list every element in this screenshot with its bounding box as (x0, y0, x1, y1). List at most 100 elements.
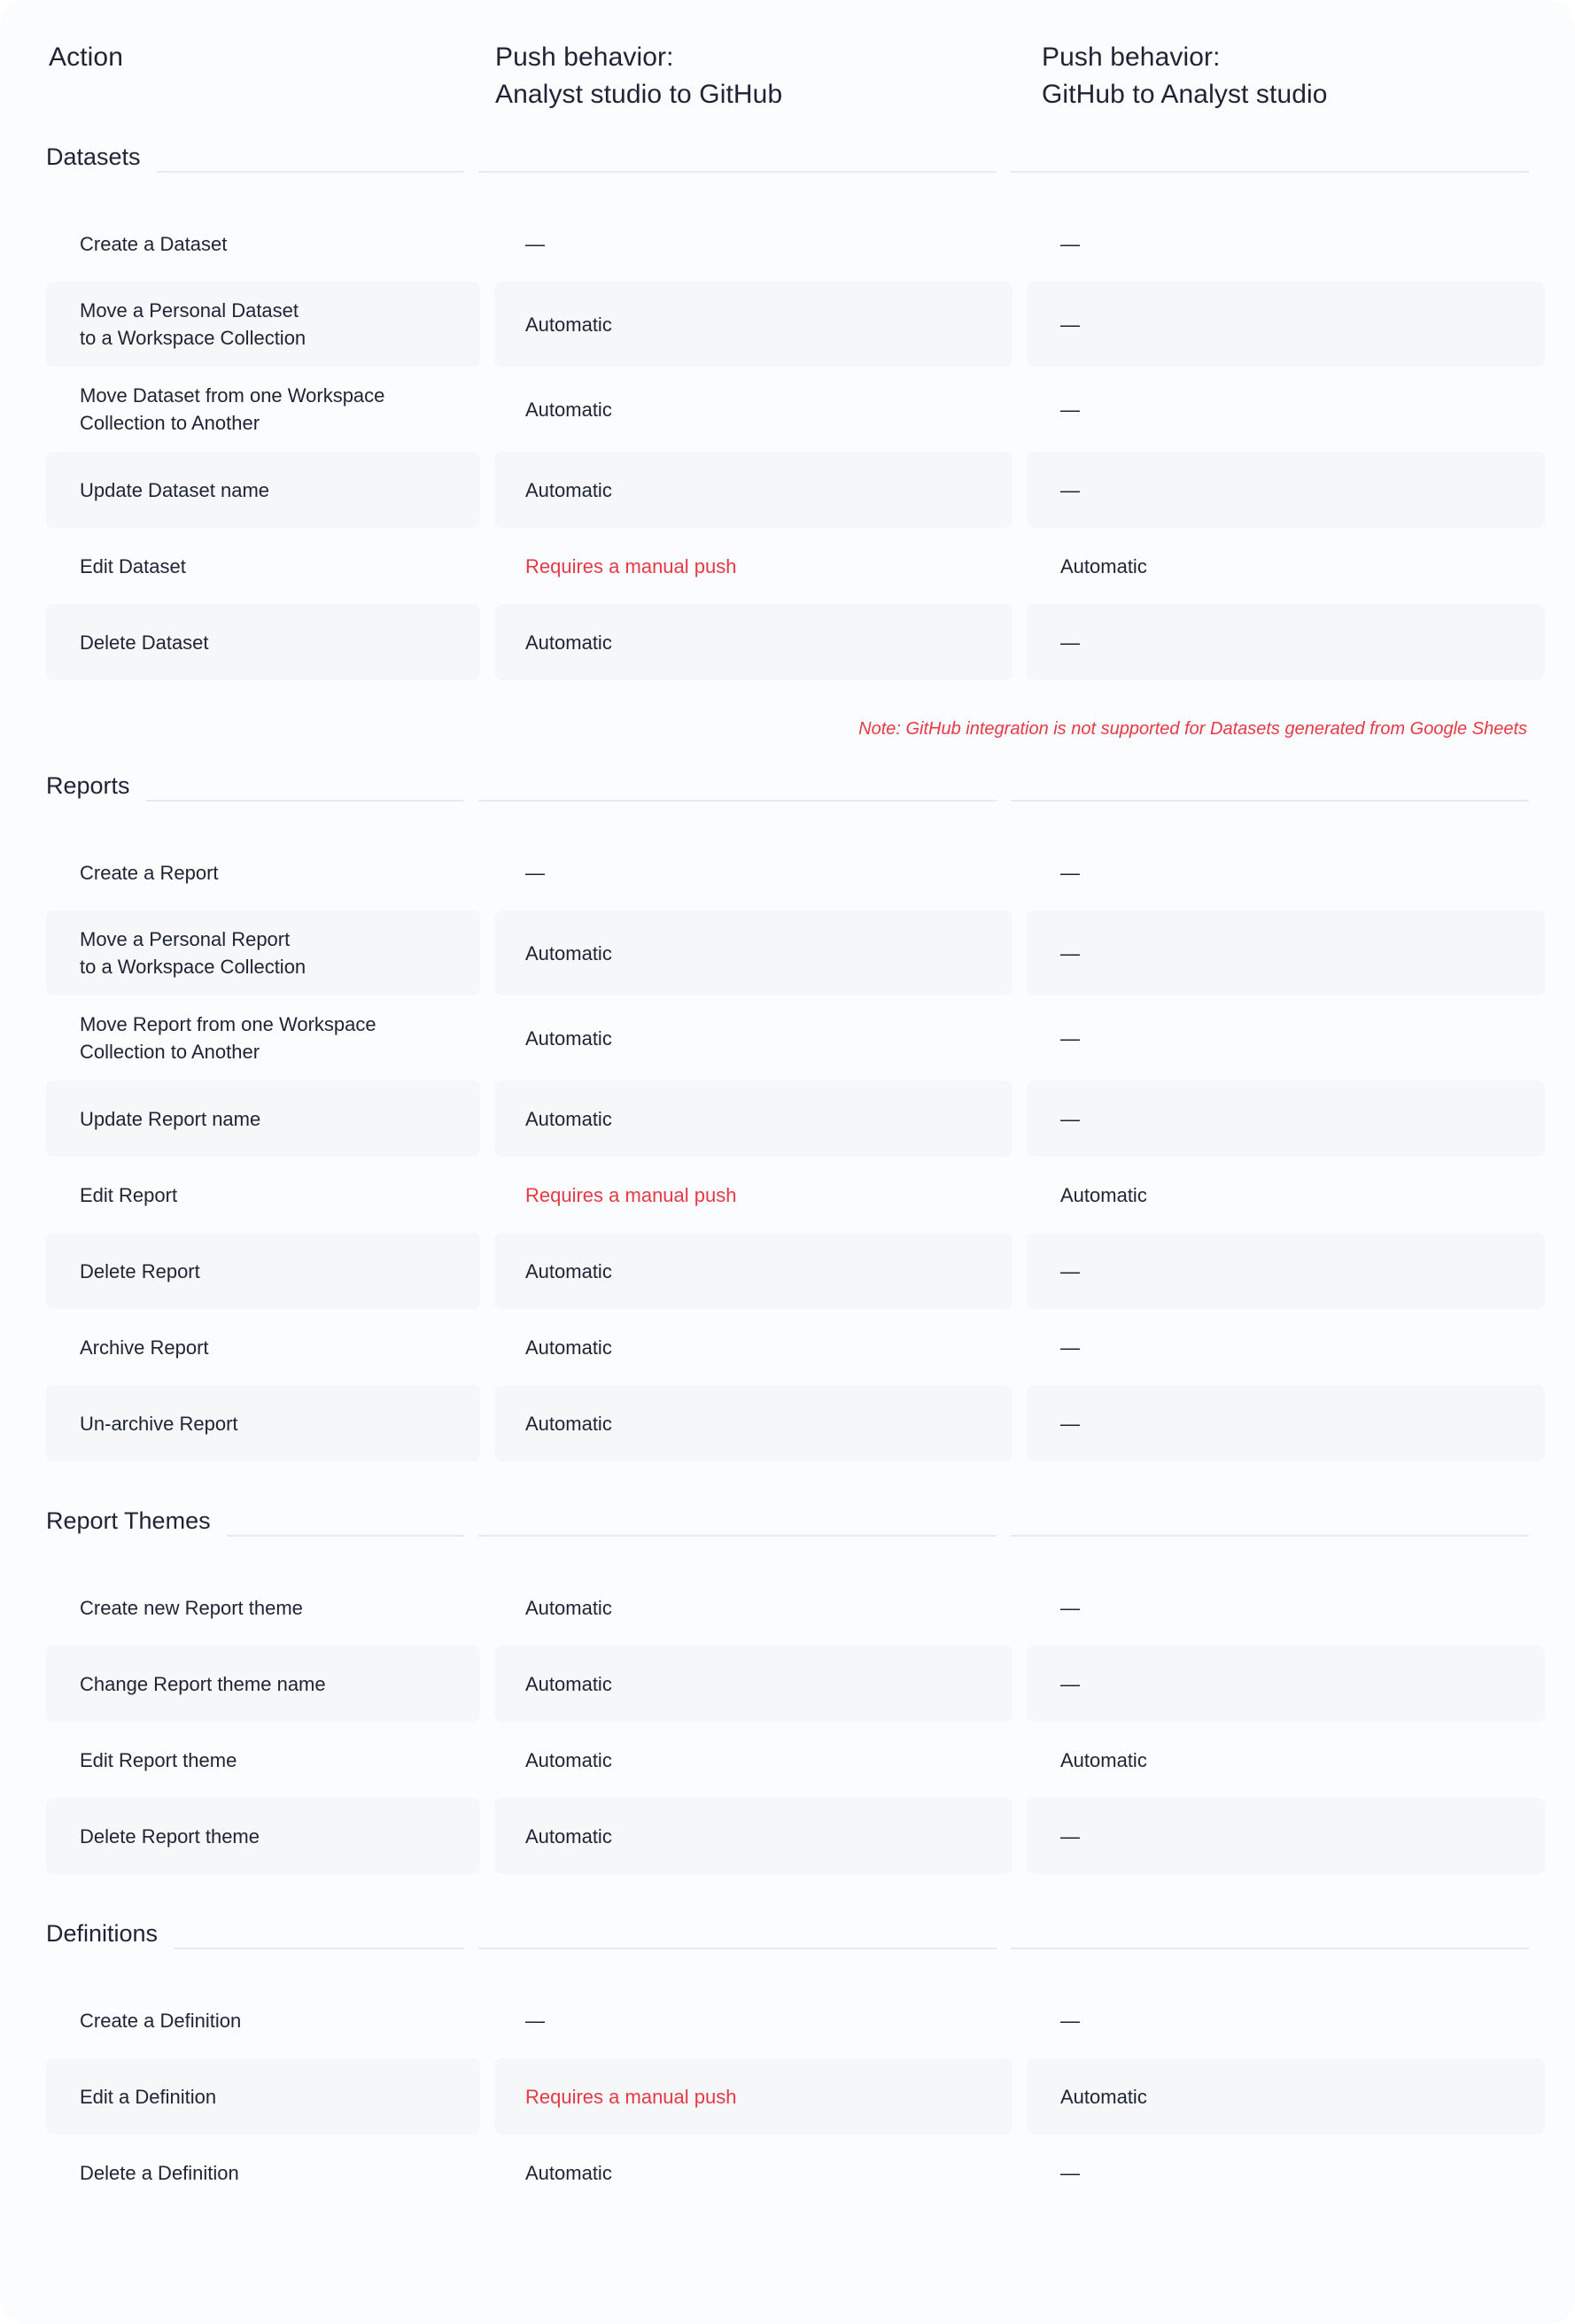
manual-push-label: Requires a manual push (525, 1183, 737, 1206)
table-row: Archive Report Automatic — (46, 1309, 1529, 1385)
table-row: Create new Report theme Automatic — (46, 1569, 1529, 1646)
push-behavior-value: Automatic (1060, 1748, 1147, 1771)
push-behavior-table-card: Action Push behavior: Analyst studio to … (0, 0, 1575, 2324)
push-behavior-value: Automatic (525, 1107, 612, 1130)
cell-action: Update Dataset name (46, 452, 480, 528)
cell-action: Move Report from one Workspace Collectio… (46, 995, 480, 1081)
push-behavior-value: Automatic (525, 398, 612, 421)
action-label: Edit Report (80, 1183, 178, 1206)
cell-action: Update Report name (46, 1081, 480, 1157)
divider-segment (226, 1535, 464, 1537)
action-label: Move a Personal Dataset to a Workspace C… (80, 299, 306, 349)
cell-push-to-github: Automatic (494, 1309, 1012, 1385)
divider-segment (156, 171, 464, 173)
table-header-row: Action Push behavior: Analyst studio to … (46, 0, 1529, 113)
table-row: Delete Dataset Automatic — (46, 604, 1545, 680)
cell-action: Edit Dataset (46, 528, 480, 604)
table-row: Edit a Definition Requires a manual push A… (46, 2058, 1545, 2134)
cell-action: Create a Definition (46, 1982, 480, 2058)
cell-push-to-github: Automatic (494, 1722, 1012, 1798)
table-row: Move a Personal Report to a Workspace Co… (46, 910, 1545, 995)
push-behavior-value: — (1060, 1107, 1080, 1130)
action-label: Move a Personal Report to a Workspace Co… (80, 928, 306, 978)
cell-push-from-github: — (1027, 367, 1545, 452)
cell-push-from-github: Automatic (1027, 1157, 1545, 1233)
push-behavior-value: — (525, 2009, 545, 2032)
table-row: Edit Dataset Requires a manual push Automa… (46, 528, 1529, 604)
table-row: Delete Report theme Automatic — (46, 1798, 1545, 1874)
push-behavior-value: Automatic (525, 941, 612, 964)
action-label: Update Dataset name (80, 478, 270, 501)
table-section: Report Themes Create new Report theme Auto… (46, 1493, 1545, 1890)
cell-push-to-github: Requires a manual push (494, 528, 1012, 604)
divider-segment (478, 1535, 997, 1537)
table-row: Edit Report Requires a manual push Automat… (46, 1157, 1529, 1233)
push-behavior-value: Automatic (525, 1259, 612, 1282)
push-behavior-value: — (1060, 941, 1080, 964)
action-label: Delete Report theme (80, 1824, 260, 1848)
cell-action: Edit Report (46, 1157, 480, 1233)
divider-segment (174, 1948, 464, 1949)
cell-push-from-github: — (1027, 1233, 1545, 1309)
push-behavior-value: Automatic (525, 2161, 612, 2184)
column-header-push-to-github: Push behavior: Analyst studio to GitHub (495, 43, 783, 109)
push-behavior-value: Automatic (525, 631, 612, 654)
cell-push-from-github: — (1027, 1309, 1545, 1385)
section-title: Datasets (46, 143, 141, 170)
cell-push-to-github: Automatic (494, 1569, 1012, 1646)
cell-push-to-github: Automatic (494, 282, 1012, 367)
action-label: Delete a Definition (80, 2161, 239, 2184)
cell-push-from-github: — (1027, 1646, 1545, 1722)
cell-push-from-github: — (1027, 1569, 1545, 1646)
push-behavior-value: Automatic (525, 1748, 612, 1771)
push-behavior-value: Automatic (525, 1824, 612, 1848)
push-behavior-value: — (1060, 2161, 1080, 2184)
push-behavior-value: — (1060, 232, 1080, 255)
table-row: Move a Personal Dataset to a Workspace C… (46, 282, 1545, 367)
cell-push-from-github: — (1027, 604, 1545, 680)
cell-action: Delete Report (46, 1233, 480, 1309)
cell-push-from-github: Automatic (1027, 1722, 1545, 1798)
divider-segment (1011, 800, 1529, 802)
push-behavior-value: Automatic (525, 1026, 612, 1050)
cell-push-to-github: Automatic (494, 1385, 1012, 1461)
cell-push-to-github: Automatic (494, 604, 1012, 680)
section-divider (174, 1906, 1529, 1959)
section-title: Reports (46, 772, 130, 799)
cell-push-to-github: — (494, 1982, 1012, 2058)
push-behavior-value: — (525, 861, 545, 884)
section-note-wrap: Note: GitHub integration is not supporte… (46, 680, 1529, 742)
section-title: Definitions (46, 1920, 159, 1947)
section-divider (145, 758, 1529, 811)
push-behavior-value: — (1060, 861, 1080, 884)
push-behavior-value: Automatic (1060, 2085, 1147, 2108)
cell-push-from-github: — (1027, 205, 1545, 282)
section-note: Note: GitHub integration is not supporte… (858, 719, 1527, 739)
action-label: Edit Dataset (80, 554, 186, 577)
cell-push-to-github: Automatic (494, 1233, 1012, 1309)
section-divider (156, 129, 1529, 182)
table-row: Delete Report Automatic — (46, 1233, 1545, 1309)
push-behavior-value: Automatic (525, 1336, 612, 1359)
section-rows: Create new Report theme Automatic — Change … (46, 1569, 1545, 1874)
table-row: Change Report theme name Automatic — (46, 1646, 1545, 1722)
cell-action: Edit Report theme (46, 1722, 480, 1798)
table-row: Edit Report theme Automatic Automatic (46, 1722, 1529, 1798)
action-label: Move Dataset from one Workspace Collecti… (80, 384, 385, 434)
cell-push-from-github: — (1027, 2134, 1545, 2211)
cell-push-to-github: Automatic (494, 995, 1012, 1081)
section-heading: Definitions (46, 1906, 1529, 1959)
table-row: Create a Report — — (46, 834, 1529, 910)
cell-push-to-github: Requires a manual push (494, 2058, 1012, 2134)
push-behavior-value: — (1060, 1259, 1080, 1282)
action-label: Archive Report (80, 1336, 209, 1359)
table-row: Move Report from one Workspace Collectio… (46, 995, 1529, 1081)
action-label: Delete Dataset (80, 631, 209, 654)
action-label: Un-archive Report (80, 1412, 238, 1435)
cell-push-to-github: Automatic (494, 1646, 1012, 1722)
cell-push-from-github: — (1027, 1385, 1545, 1461)
cell-action: Move a Personal Report to a Workspace Co… (46, 910, 480, 995)
